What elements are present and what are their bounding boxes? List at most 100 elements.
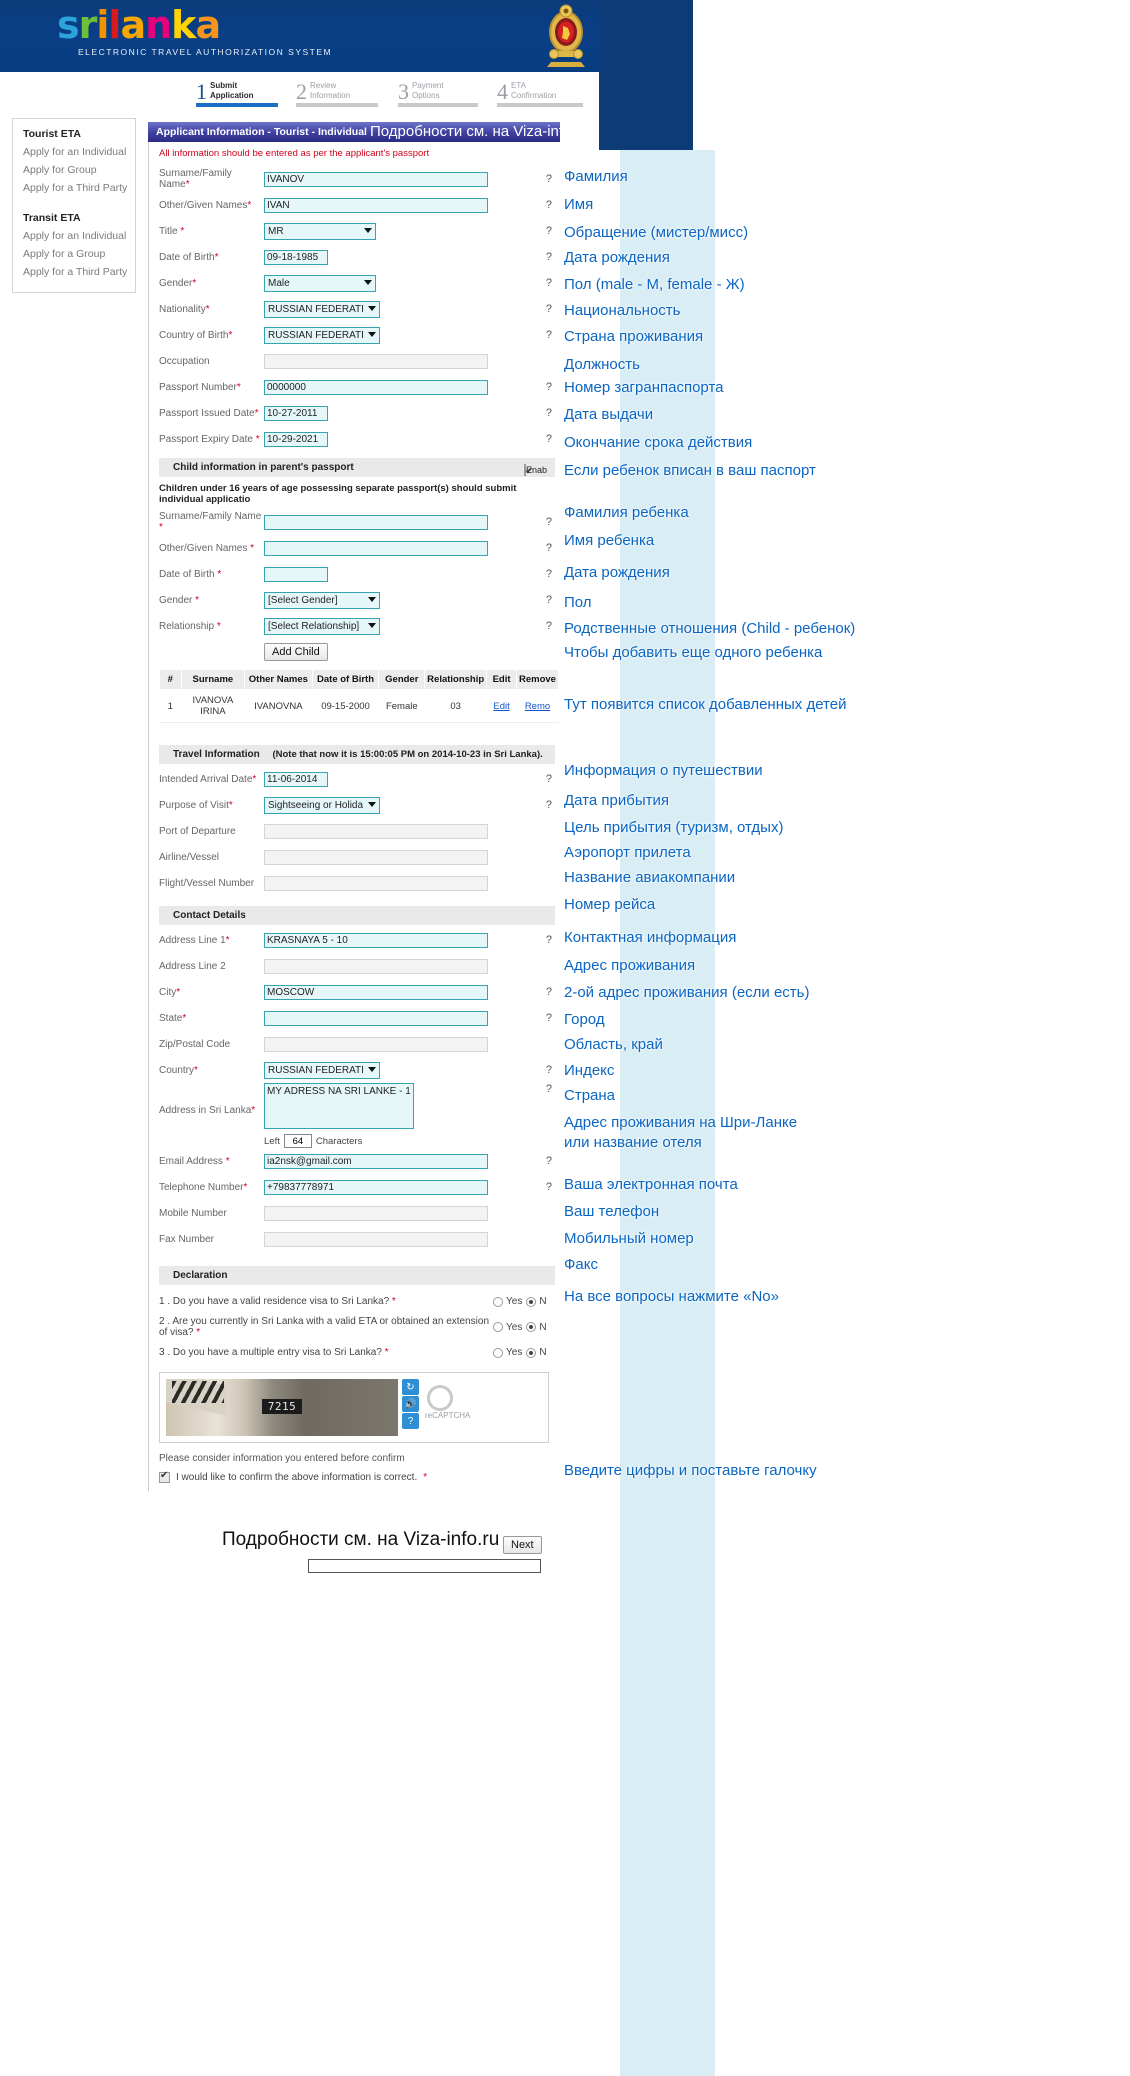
help-icon[interactable]: ? <box>546 516 560 528</box>
step-label: Submit Application <box>210 81 254 100</box>
email-address-input[interactable] <box>264 1153 488 1169</box>
add-child-button[interactable]: Add Child <box>264 643 328 661</box>
help-icon[interactable]: ? <box>546 594 560 606</box>
children-cell-3: 09-15-2000 <box>312 689 379 723</box>
children-col-date-of-birth: Date of Birth <box>311 669 380 690</box>
help-icon[interactable]: ? <box>546 542 560 554</box>
help-icon[interactable]: ? <box>546 251 560 263</box>
help-icon[interactable]: ? <box>546 1181 560 1193</box>
audio-icon[interactable]: 🔊 <box>402 1396 419 1412</box>
declaration-no-option[interactable]: N <box>526 1347 547 1358</box>
declaration-no-option[interactable]: N <box>526 1322 547 1333</box>
sidebar-item-transit-third-party[interactable]: Apply for a Third Party <box>13 260 135 278</box>
children-col-surname: Surname <box>180 669 246 690</box>
help-icon[interactable]: ? <box>546 199 560 211</box>
flight-vessel-number-input[interactable] <box>264 875 488 891</box>
declaration-yes-option[interactable]: Yes <box>493 1296 522 1307</box>
sidebar-item-transit-individual[interactable]: Apply for an Individual <box>13 224 135 242</box>
confirm-required-mark: * <box>423 1472 428 1483</box>
country-of-birth-select[interactable]: RUSSIAN FEDERATION <box>264 326 380 344</box>
title-label: Title * <box>159 225 185 237</box>
declaration-no-option[interactable]: N <box>526 1296 547 1307</box>
fax-number-input[interactable] <box>264 1231 488 1247</box>
child-enable-checkbox[interactable] <box>523 464 526 476</box>
radio-yes[interactable] <box>493 1296 503 1307</box>
help-icon[interactable]: ? <box>546 277 560 289</box>
airline-vessel-input[interactable] <box>264 849 488 865</box>
help-icon[interactable]: ? <box>546 433 560 445</box>
title-select[interactable]: MR <box>264 222 376 240</box>
address-line-1-input[interactable] <box>264 932 488 948</box>
captcha-answer-input[interactable] <box>308 1559 541 1573</box>
state-input[interactable] <box>264 1010 488 1026</box>
radio-yes[interactable] <box>493 1347 503 1358</box>
help-icon[interactable]: ? <box>546 1083 560 1095</box>
telephone-number-input[interactable] <box>264 1179 488 1195</box>
radio-no[interactable] <box>526 1322 537 1332</box>
confirm-checkbox[interactable] <box>159 1470 170 1483</box>
help-icon[interactable]: ? <box>546 303 560 315</box>
other-given-names-input[interactable] <box>264 197 488 213</box>
city-input[interactable] <box>264 984 488 1000</box>
other-given-names-input[interactable] <box>264 540 488 556</box>
declaration-yes-option[interactable]: Yes <box>493 1322 522 1333</box>
surname-family-name-input[interactable] <box>264 171 488 187</box>
address-sri-lanka-textarea[interactable]: MY ADRESS NA SRI LANKE - 1 <box>264 1083 414 1129</box>
sidebar-item-tourist-group[interactable]: Apply for Group <box>13 158 135 176</box>
refresh-icon[interactable]: ↻ <box>402 1379 419 1395</box>
step-4-eta-confirmation[interactable]: 4 ETA Confirmation <box>497 81 583 107</box>
help-icon[interactable]: ? <box>546 1012 560 1024</box>
sidebar-item-tourist-third-party[interactable]: Apply for a Third Party <box>13 176 135 194</box>
date-of-birth-input[interactable] <box>264 566 328 582</box>
gender-select[interactable]: Male <box>264 274 376 292</box>
children-cell-6[interactable]: Edit <box>486 689 517 723</box>
nationality-select[interactable]: RUSSIAN FEDERATION <box>264 300 380 318</box>
help-icon[interactable]: ? <box>546 799 560 811</box>
children-cell-7[interactable]: Remo <box>516 689 559 723</box>
help-icon[interactable]: ? <box>546 381 560 393</box>
mobile-number-input[interactable] <box>264 1205 488 1221</box>
next-button[interactable]: Next <box>503 1536 542 1554</box>
help-icon[interactable]: ? <box>546 773 560 785</box>
help-icon[interactable]: ? <box>546 568 560 580</box>
date-of-birth-input[interactable] <box>264 249 328 265</box>
gender-select[interactable]: [Select Gender] <box>264 591 380 609</box>
purpose-of-visit-select[interactable]: Sightseeing or Holidaying <box>264 796 380 814</box>
help-icon[interactable]: ? <box>546 407 560 419</box>
sidebar-item-tourist-individual[interactable]: Apply for an Individual <box>13 140 135 158</box>
step-1-submit-application[interactable]: 1 Submit Application <box>196 81 278 107</box>
step-2-review-information[interactable]: 2 Review Information <box>296 81 378 107</box>
passport-number-input[interactable] <box>264 379 488 395</box>
sidebar-item-transit-group[interactable]: Apply for a Group <box>13 242 135 260</box>
zip-postal-code-input[interactable] <box>264 1036 488 1052</box>
radio-no[interactable] <box>526 1347 537 1358</box>
address-line-2-input[interactable] <box>264 958 488 974</box>
port-of-departure-input[interactable] <box>264 823 488 839</box>
passport-expiry-date-input[interactable] <box>264 431 328 447</box>
intended-arrival-date-input[interactable] <box>264 771 328 787</box>
address-sri-lanka-row: Address in Sri Lanka* MY ADRESS NA SRI L… <box>149 1083 560 1132</box>
declaration-yes-option[interactable]: Yes <box>493 1347 522 1358</box>
step-3-payment-options[interactable]: 3 Payment Options <box>398 81 478 107</box>
occupation-input[interactable] <box>264 353 488 369</box>
captcha-image: 7215 <box>166 1379 398 1436</box>
help-icon[interactable]: ? <box>546 173 560 185</box>
step-label: ETA Confirmation <box>511 81 557 100</box>
help-icon[interactable]: ? <box>546 225 560 237</box>
confirm-row[interactable]: I would like to confirm the above inform… <box>149 1464 560 1483</box>
child-enable-toggle[interactable]: Enab <box>523 461 547 480</box>
help-icon[interactable]: ? <box>546 1064 560 1076</box>
radio-yes[interactable] <box>493 1322 503 1332</box>
help-icon[interactable]: ? <box>546 986 560 998</box>
passport-expiry-date-label: Passport Expiry Date * <box>159 433 260 445</box>
help-icon[interactable]: ? <box>546 1155 560 1167</box>
passport-issued-date-input[interactable] <box>264 405 328 421</box>
radio-no[interactable] <box>526 1296 537 1307</box>
help-icon[interactable]: ? <box>546 934 560 946</box>
surname-family-name-input[interactable] <box>264 514 488 530</box>
help-icon[interactable]: ? <box>402 1413 419 1429</box>
help-icon[interactable]: ? <box>546 329 560 341</box>
country-select[interactable]: RUSSIAN FEDERATION <box>264 1061 380 1079</box>
help-icon[interactable]: ? <box>546 620 560 632</box>
relationship-select[interactable]: [Select Relationship] <box>264 617 380 635</box>
